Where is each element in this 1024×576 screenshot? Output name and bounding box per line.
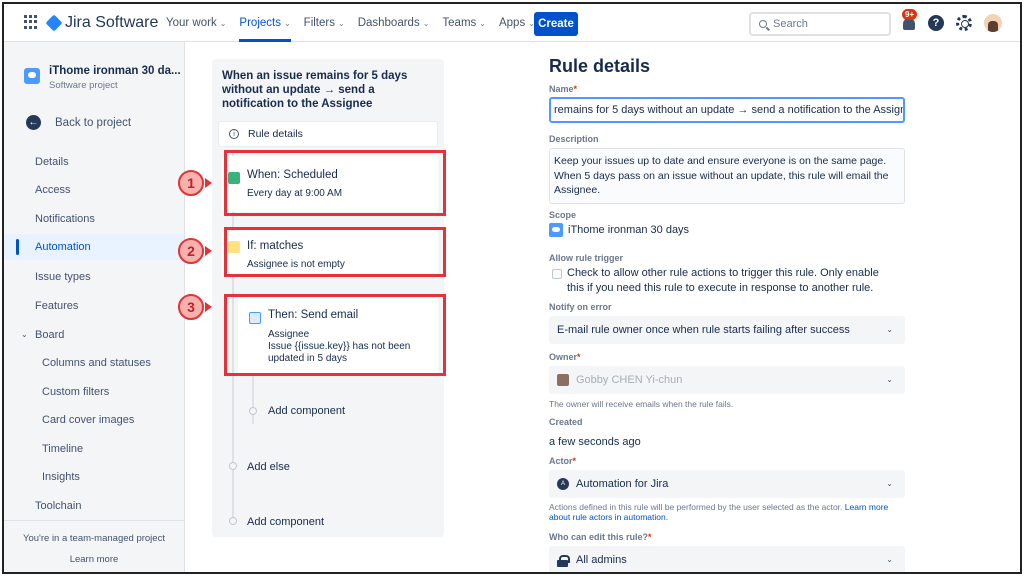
created-label: Created [549,417,583,427]
actor-help: Actions defined in this rule will be per… [549,502,889,522]
callout-3: 3 [178,294,204,320]
sidebar-item-card-cover-images[interactable]: Card cover images [4,407,184,433]
annotation-box-1 [224,150,446,216]
nav-filters[interactable]: Filters ⌄ [304,4,345,42]
created-value: a few seconds ago [549,436,641,448]
rule-details-item[interactable]: i Rule details [218,121,438,147]
sidebar-item-notifications[interactable]: Notifications [4,206,184,232]
sidebar-footer: You're in a team-managed project Learn m… [4,520,184,572]
info-icon: i [229,129,239,139]
add-component-dot [229,517,237,525]
sidebar-item-automation[interactable]: Automation [4,234,184,260]
callout-pointer [205,178,212,188]
owner-select: Gobby CHEN Yi-chun ⌄ [549,366,905,394]
owner-avatar [557,374,569,386]
back-label: Back to project [55,116,132,129]
description-label: Description [549,134,599,144]
nav-teams[interactable]: Teams ⌄ [442,4,486,42]
nav-dashboards[interactable]: Dashboards ⌄ [358,4,430,42]
top-navigation: Jira Software Your work ⌄ Projects ⌄ Filte… [4,4,1020,42]
app-switcher-icon[interactable] [24,15,38,29]
scope-label: Scope [549,210,577,220]
user-avatar[interactable] [984,14,1002,32]
settings-icon[interactable] [956,15,972,31]
callout-1: 1 [178,170,204,196]
search-placeholder: Search [773,18,808,30]
sidebar-item-access[interactable]: Access [4,177,184,203]
chevron-down-icon: ⌄ [886,555,893,564]
sidebar-item-features[interactable]: Features [4,293,184,319]
chevron-down-icon: ⌄ [479,18,486,28]
allow-trigger-checkbox[interactable] [552,269,562,279]
project-avatar [549,223,563,237]
chevron-down-icon: ⌄ [337,18,345,28]
project-header[interactable]: iThome ironman 30 da... Software project [24,65,181,91]
rule-details-heading: Rule details [549,56,651,76]
sidebar-item-insights[interactable]: Insights [4,464,184,490]
arrow-left-icon: ← [26,115,41,130]
actor-select[interactable]: A Automation for Jira ⌄ [549,470,905,498]
create-button[interactable]: Create [534,12,578,36]
jira-diamond-icon [45,14,63,32]
actor-label: Actor* [549,456,577,466]
scope-value: iThome ironman 30 days [549,223,689,237]
jira-logo[interactable]: Jira Software [45,14,159,32]
project-sidebar: iThome ironman 30 da... Software project… [4,42,185,572]
notify-label: Notify on error [549,302,612,312]
owner-help: The owner will receive emails when the r… [549,399,734,409]
nav-projects[interactable]: Projects ⌄ [239,4,291,42]
nav-your-work[interactable]: Your work ⌄ [166,4,226,42]
nav-apps[interactable]: Apps ⌄ [499,4,535,42]
owner-label: Owner* [549,352,581,362]
rule-details-label: Rule details [248,128,303,140]
chevron-down-icon: ⌄ [422,18,430,28]
rule-title: When an issue remains for 5 days without… [222,70,408,110]
add-else-dot [229,462,237,470]
add-component-inner-button[interactable]: Add component [268,405,345,417]
team-managed-note: You're in a team-managed project [23,533,165,544]
callout-pointer [205,302,212,312]
notify-on-error-select[interactable]: E-mail rule owner once when rule starts … [549,316,905,344]
allow-trigger-label: Allow rule trigger [549,253,624,263]
chevron-down-icon: ⌄ [219,18,227,28]
project-type: Software project [49,80,118,91]
annotation-box-2 [224,227,446,277]
project-avatar [24,68,40,84]
allow-trigger-text: Check to allow other rule actions to tri… [567,267,879,294]
chevron-down-icon: ⌄ [886,325,893,334]
nav-menu: Your work ⌄ Projects ⌄ Filters ⌄ Dashboards… [166,4,548,42]
project-name: iThome ironman 30 da... [49,65,181,77]
edit-permission-label: Who can edit this rule?* [549,532,652,542]
search-input[interactable]: Search [749,12,891,36]
search-icon [759,20,767,28]
chevron-down-icon: ⌄ [283,18,291,28]
annotation-box-3 [224,294,446,376]
lock-icon [557,554,570,567]
product-name: Jira Software [65,14,159,31]
add-else-button[interactable]: Add else [247,461,290,473]
sidebar-item-board[interactable]: Board [4,322,184,348]
app-window: Jira Software Your work ⌄ Projects ⌄ Filte… [2,2,1022,574]
back-to-project-link[interactable]: ← Back to project [26,115,131,130]
learn-more-link[interactable]: Learn more [4,554,184,565]
help-icon[interactable]: ? [928,15,944,31]
add-component-dot [249,407,257,415]
sidebar-item-details[interactable]: Details [4,149,184,175]
sidebar-item-columns-and-statuses[interactable]: Columns and statuses [4,350,184,376]
description-textarea[interactable]: Keep your issues up to date and ensure e… [549,148,905,204]
notification-badge: 9+ [902,9,918,20]
chevron-down-icon: ⌄ [886,375,893,384]
automation-icon: A [557,478,569,490]
callout-2: 2 [178,238,204,264]
rule-name-input[interactable]: remains for 5 days without an update → s… [549,97,905,123]
sidebar-item-timeline[interactable]: Timeline [4,436,184,462]
name-label: Name* [549,84,578,94]
add-component-outer-button[interactable]: Add component [247,516,324,528]
sidebar-item-custom-filters[interactable]: Custom filters [4,379,184,405]
sidebar-item-issue-types[interactable]: Issue types [4,264,184,290]
chevron-down-icon: ⌄ [886,479,893,488]
callout-pointer [205,246,212,256]
sidebar-item-toolchain[interactable]: Toolchain [4,493,184,519]
edit-permission-select[interactable]: All admins ⌄ [549,546,905,572]
